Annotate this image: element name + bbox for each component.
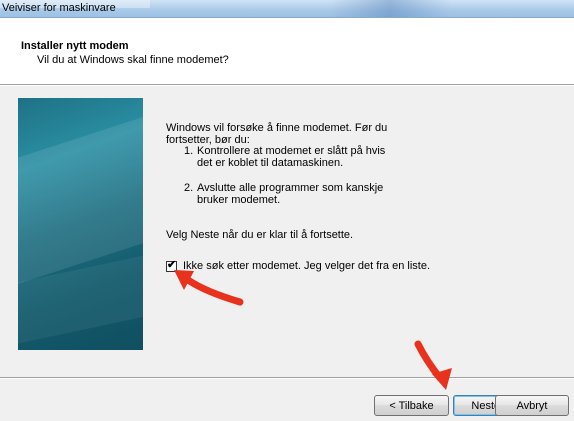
page-subtitle: Vil du at Windows skal finne modemet?	[37, 54, 229, 66]
title-bar[interactable]: Veiviser for maskinvare	[0, 0, 574, 18]
step-text-line1: Kontrollere at modemet er slått på hvis	[197, 145, 386, 157]
page-title: Installer nytt modem	[21, 40, 129, 52]
step-text-line1: Avslutte alle programmer som kanskje	[197, 182, 384, 194]
header-divider	[0, 85, 574, 86]
intro-text-line1: Windows vil forsøke å finne modemet. Før…	[166, 122, 388, 134]
step-number: 1.	[184, 145, 194, 157]
wizard-header: Installer nytt modem Vil du at Windows s…	[0, 18, 574, 85]
step-number: 2.	[184, 182, 194, 194]
list-item-step-2: 2. Avslutte alle programmer som kanskje …	[184, 182, 444, 206]
annotation-arrow-next-icon	[414, 340, 452, 390]
back-button[interactable]: < Tilbake	[374, 395, 449, 416]
list-item-step-1: 1. Kontrollere at modemet er slått på hv…	[184, 145, 444, 169]
footer-divider-highlight	[0, 378, 574, 379]
title-bar-glass-streak	[330, 0, 450, 17]
step-text-line2: bruker modemet.	[197, 194, 281, 206]
instruction-text: Velg Neste når du er klar til å fortsett…	[166, 229, 354, 241]
wizard-side-graphic	[18, 98, 143, 350]
cancel-button[interactable]: Avbryt	[495, 395, 569, 416]
step-text-line2: det er koblet til datamaskinen.	[197, 157, 344, 169]
annotation-arrow-checkbox-icon	[174, 270, 244, 306]
window-title: Veiviser for maskinvare	[2, 2, 116, 14]
